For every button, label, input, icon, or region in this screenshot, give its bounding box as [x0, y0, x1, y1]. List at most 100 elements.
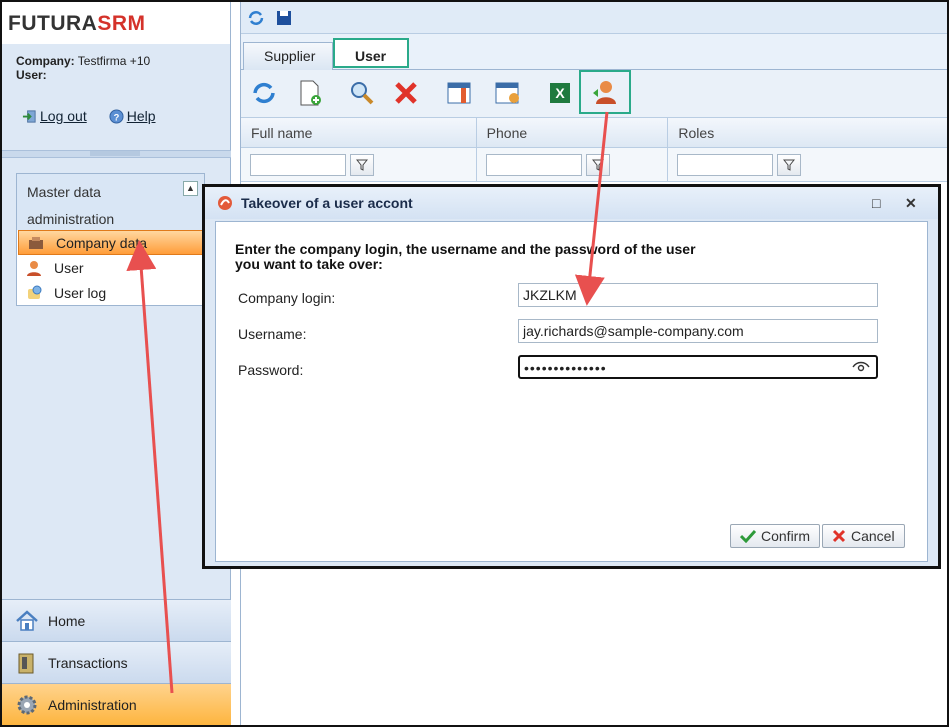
company-label: Company:: [16, 54, 75, 68]
column-label: Full name: [251, 125, 313, 141]
app-icon: [218, 196, 232, 210]
svg-text:X: X: [555, 85, 565, 101]
check-icon: [740, 529, 756, 543]
nav-transactions[interactable]: Transactions: [2, 641, 231, 683]
refresh-icon: [253, 82, 275, 104]
filter-row: [241, 148, 947, 182]
navbox-header: Master data administration ▲: [17, 174, 204, 230]
nav-item-label: User: [54, 259, 84, 276]
bottom-navigation: Home Transactions Administration: [2, 599, 231, 725]
grid-header: Full name Phone Roles: [241, 118, 947, 148]
filter-icon[interactable]: [350, 153, 374, 176]
column-header-roles[interactable]: Roles: [668, 118, 947, 147]
table-settings-button[interactable]: [493, 78, 523, 108]
table-settings-icon: [495, 82, 519, 104]
confirm-label: Confirm: [761, 528, 811, 544]
username-input[interactable]: jay.richards@sample-company.com: [518, 319, 878, 343]
company-data-icon: [29, 236, 43, 249]
home-icon: [16, 609, 38, 631]
table-columns-icon: [447, 82, 471, 104]
logout-label: Log out: [40, 108, 87, 124]
nav-transactions-label: Transactions: [48, 654, 128, 671]
company-login-input[interactable]: JKZLKM: [518, 283, 878, 307]
user-icon: [27, 260, 41, 276]
filter-phone-input[interactable]: [485, 153, 582, 176]
nav-item-user-log[interactable]: User log: [17, 280, 204, 305]
delete-icon: [395, 82, 417, 104]
tab-bar: Supplier User: [241, 34, 947, 70]
user-log-icon: [28, 285, 42, 299]
cancel-button[interactable]: Cancel: [822, 524, 905, 548]
transactions-icon: [18, 653, 34, 673]
takeover-dialog: Takeover of a user accont □ ✕ Enter the …: [202, 184, 941, 569]
tab-supplier[interactable]: Supplier: [243, 42, 333, 70]
splitter-handle[interactable]: [90, 151, 140, 156]
company-info: Company: Testfirma +10 User:: [2, 44, 230, 82]
svg-text:?: ?: [113, 112, 119, 122]
maximize-icon[interactable]: □: [872, 195, 880, 211]
close-icon[interactable]: ✕: [905, 195, 917, 212]
column-header-full-name[interactable]: Full name: [241, 118, 477, 147]
nav-administration[interactable]: Administration: [2, 683, 231, 725]
column-label: Phone: [486, 125, 528, 141]
username-label: Username:: [238, 326, 307, 342]
refresh-icon[interactable]: [247, 9, 265, 27]
nav-item-user[interactable]: User: [17, 255, 204, 280]
logout-link[interactable]: Log out: [22, 108, 87, 124]
filter-cell-phone: [477, 148, 669, 181]
filter-full-name-input[interactable]: [250, 153, 346, 176]
help-label: Help: [126, 108, 156, 124]
confirm-button[interactable]: Confirm: [730, 524, 821, 548]
master-data-navbox: Master data administration ▲ Company dat…: [16, 173, 205, 306]
filter-icon[interactable]: [777, 153, 802, 176]
search-icon: [351, 82, 374, 105]
dialog-body: Enter the company login, the username an…: [215, 221, 928, 562]
collapse-up-icon[interactable]: ▲: [183, 181, 198, 196]
help-icon: ?: [109, 108, 124, 124]
user-label: User:: [16, 68, 47, 82]
new-record-button[interactable]: [295, 78, 325, 108]
navbox-header-line1: Master data: [27, 184, 101, 200]
save-icon[interactable]: [275, 9, 293, 27]
dialog-titlebar[interactable]: Takeover of a user accont □ ✕: [205, 187, 938, 219]
nav-administration-label: Administration: [48, 696, 137, 713]
search-button[interactable]: [347, 78, 377, 108]
delete-button[interactable]: [391, 78, 421, 108]
top-toolbar: [241, 2, 947, 34]
help-link[interactable]: ? Help: [109, 108, 156, 124]
brand-part2: SRM: [97, 12, 146, 35]
user-takeover-icon: [593, 81, 616, 104]
header-links: Log out ? Help: [22, 108, 156, 124]
column-label: Roles: [678, 125, 715, 141]
nav-item-company-data[interactable]: Company data: [18, 230, 203, 255]
excel-export-button[interactable]: X: [545, 78, 575, 108]
filter-roles-input[interactable]: [677, 153, 774, 176]
gear-icon: [17, 695, 37, 714]
password-value: ••••••••••••••: [524, 360, 607, 376]
brand-logo: FUTURASRM: [2, 2, 230, 44]
grid-toolbar: X: [241, 70, 947, 118]
takeover-user-button[interactable]: [579, 70, 631, 114]
show-password-icon[interactable]: [852, 361, 870, 373]
left-panel: FUTURASRM Company: Testfirma +10 User: L…: [2, 2, 231, 725]
navbox-header-line2: administration: [27, 211, 115, 227]
panel-splitter[interactable]: [2, 150, 231, 158]
filter-cell-full-name: [241, 148, 477, 181]
nav-home[interactable]: Home: [2, 599, 231, 641]
nav-item-label: User log: [54, 284, 107, 301]
company-value: Testfirma +10: [77, 54, 151, 68]
filter-icon[interactable]: [585, 153, 610, 176]
password-label: Password:: [238, 362, 304, 378]
cancel-icon: [832, 529, 846, 543]
logout-icon: [22, 109, 36, 123]
brand-part1: FUTURA: [8, 12, 98, 35]
company-login-label: Company login:: [238, 290, 336, 306]
new-document-icon: [300, 80, 321, 106]
dialog-message: Enter the company login, the username an…: [235, 241, 696, 272]
refresh-button[interactable]: [249, 78, 279, 108]
tab-supplier-label: Supplier: [264, 48, 316, 64]
tab-user[interactable]: User: [333, 38, 409, 68]
column-header-phone[interactable]: Phone: [477, 118, 669, 147]
columns-button[interactable]: [445, 78, 475, 108]
password-input[interactable]: ••••••••••••••: [518, 355, 878, 379]
